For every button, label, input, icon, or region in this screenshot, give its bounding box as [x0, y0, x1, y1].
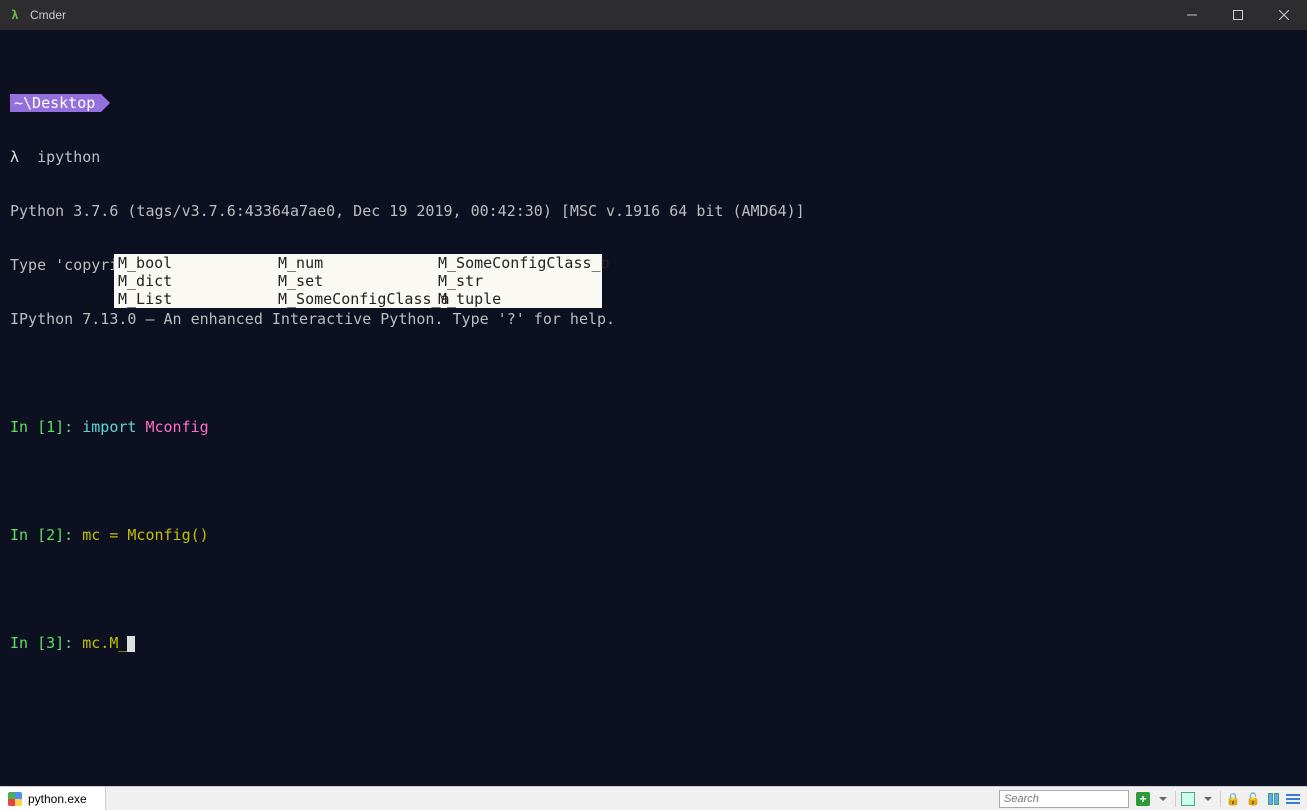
console-tab[interactable]: python.exe	[0, 787, 106, 810]
in-prompt-1: In [1]:	[10, 418, 73, 436]
in-prompt-2: In [2]:	[10, 526, 73, 544]
separator	[1220, 791, 1221, 807]
statusbar: python.exe + 🔒 🔓	[0, 786, 1307, 810]
autocomplete-item[interactable]: M_tuple	[438, 290, 598, 308]
window-mode-dropdown[interactable]	[1200, 791, 1216, 807]
autocomplete-item[interactable]: M_SomeConfigClass_a	[278, 290, 438, 308]
in3-code: mc.M_	[73, 634, 127, 652]
split-view-button[interactable]	[1265, 791, 1281, 807]
shell-command: ipython	[37, 148, 100, 166]
app-icon: λ	[8, 8, 22, 22]
autocomplete-item[interactable]: M_SomeConfigClass_b	[438, 254, 598, 272]
autocomplete-item[interactable]: M_set	[278, 272, 438, 290]
statusbar-icons: + 🔒 🔓	[1135, 787, 1307, 810]
window-controls	[1169, 0, 1307, 30]
terminal[interactable]: ~\Desktop λ ipython Python 3.7.6 (tags/v…	[0, 30, 1307, 786]
ipython-banner-version: IPython 7.13.0	[10, 310, 136, 328]
search-input[interactable]	[999, 790, 1129, 808]
new-console-dropdown[interactable]	[1155, 791, 1171, 807]
menu-button[interactable]	[1285, 791, 1301, 807]
shield-icon	[8, 792, 22, 806]
in1-module: Mconfig	[136, 418, 208, 436]
autocomplete-item[interactable]: M_List	[118, 290, 278, 308]
window-title: Cmder	[30, 8, 1169, 22]
in1-import-kw: import	[82, 418, 136, 436]
autocomplete-item[interactable]: M_dict	[118, 272, 278, 290]
cursor	[127, 636, 135, 652]
ipython-banner-tail: — An enhanced Interactive Python. Type '…	[136, 310, 615, 328]
in-prompt-3: In [3]:	[10, 634, 73, 652]
new-console-button[interactable]: +	[1135, 791, 1151, 807]
lock-icon[interactable]: 🔒	[1225, 791, 1241, 807]
titlebar: λ Cmder	[0, 0, 1307, 30]
window-mode-button[interactable]	[1180, 791, 1196, 807]
autocomplete-item[interactable]: M_num	[278, 254, 438, 272]
python-banner-line: Python 3.7.6 (tags/v3.7.6:43364a7ae0, De…	[10, 202, 1297, 220]
prompt-symbol: λ	[10, 148, 19, 166]
tab-label: python.exe	[28, 792, 87, 806]
separator	[1175, 791, 1176, 807]
maximize-button[interactable]	[1215, 0, 1261, 30]
autocomplete-item[interactable]: M_bool	[118, 254, 278, 272]
minimize-button[interactable]	[1169, 0, 1215, 30]
autocomplete-popup[interactable]: M_boolM_numM_SomeConfigClass_b M_dictM_se…	[114, 254, 602, 308]
close-button[interactable]	[1261, 0, 1307, 30]
autocomplete-item[interactable]: M_str	[438, 272, 598, 290]
in2-code: mc = Mconfig()	[73, 526, 208, 544]
prompt-path: ~\Desktop	[10, 94, 101, 112]
in1-code-pre	[73, 418, 82, 436]
lock-open-icon[interactable]: 🔓	[1245, 791, 1261, 807]
